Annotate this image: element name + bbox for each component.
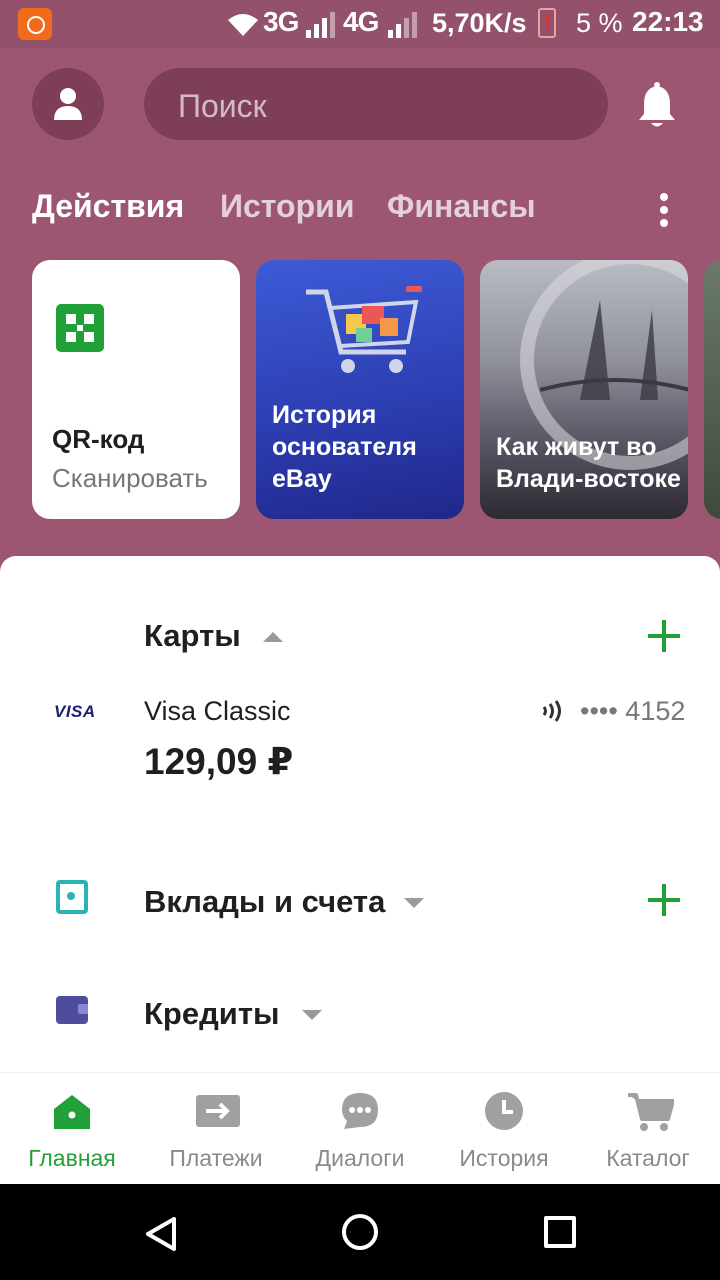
contactless-icon xyxy=(542,700,561,722)
card-name[interactable]: Visa Classic xyxy=(144,696,291,727)
shopping-cart-illustration xyxy=(306,286,422,373)
add-deposit-button[interactable] xyxy=(648,884,680,916)
home-icon xyxy=(54,1095,90,1129)
profile-icon xyxy=(54,88,82,120)
transfer-icon xyxy=(196,1095,240,1127)
qr-code-icon xyxy=(56,304,104,352)
back-icon[interactable] xyxy=(144,1216,178,1252)
nav-catalog[interactable]: Каталог xyxy=(576,1073,720,1185)
search-input[interactable]: Поиск xyxy=(144,68,608,140)
nav-home-label: Главная xyxy=(28,1145,116,1171)
nav-payments[interactable]: Платежи xyxy=(144,1073,288,1185)
add-card-button[interactable] xyxy=(648,620,680,652)
bridge-illustration xyxy=(540,300,688,400)
story-card-peek[interactable] xyxy=(704,260,720,519)
bottom-navigation: Главная Платежи Диалоги История Каталог xyxy=(0,1072,720,1184)
story-card-ebay[interactable]: История основателя eBay xyxy=(256,260,464,519)
clock: 22:13 xyxy=(632,6,704,37)
search-placeholder: Поиск xyxy=(178,88,267,124)
nav-catalog-label: Каталог xyxy=(606,1145,690,1171)
wifi-icon xyxy=(228,14,258,36)
network-speed: 5,70K/s xyxy=(432,8,527,38)
story-card-text: Как живут во Влади-востоке xyxy=(496,433,681,493)
expand-caret-icon[interactable] xyxy=(302,1010,322,1020)
nav-dialogs-label: Диалоги xyxy=(315,1145,405,1171)
bell-icon[interactable] xyxy=(636,82,678,130)
expand-caret-icon[interactable] xyxy=(404,898,424,908)
nav-history[interactable]: История xyxy=(432,1073,576,1185)
deposits-section-title[interactable]: Вклады и счета xyxy=(144,884,385,920)
qr-card-title: QR-код xyxy=(52,424,145,454)
tab-finance[interactable]: Финансы xyxy=(387,188,536,225)
clock-icon xyxy=(485,1092,523,1130)
qr-card[interactable]: QR-код Сканировать xyxy=(32,260,240,519)
signal-icon-1 xyxy=(306,12,335,38)
battery-percent: 5 % xyxy=(576,8,623,38)
safe-icon xyxy=(56,880,88,914)
status-bar: 3G 4G 5,70K/s 5 % 22:13 xyxy=(0,0,720,48)
nav-home[interactable]: Главная xyxy=(0,1073,144,1185)
card-balance[interactable]: 129,09 ₽ xyxy=(144,740,293,783)
cart-icon xyxy=(628,1093,674,1131)
home-button-icon[interactable] xyxy=(342,1214,378,1250)
cards-section-title[interactable]: Карты xyxy=(144,618,241,654)
network-type-1: 3G xyxy=(263,6,299,37)
card-number-mask: •••• 4152 xyxy=(580,696,686,726)
chat-icon xyxy=(342,1093,378,1129)
network-type-2: 4G xyxy=(343,6,379,37)
credits-section-title[interactable]: Кредиты xyxy=(144,996,280,1032)
signal-icon-2 xyxy=(388,12,417,38)
nav-history-label: История xyxy=(459,1145,549,1171)
story-card-vladivostok[interactable]: Как живут во Влади-востоке xyxy=(480,260,688,519)
recent-apps-icon[interactable] xyxy=(544,1216,576,1248)
system-navigation-bar xyxy=(0,1184,720,1280)
story-card-text: История основателя eBay xyxy=(272,401,417,493)
collapse-caret-icon[interactable] xyxy=(263,632,283,642)
more-options-icon[interactable] xyxy=(650,190,678,230)
wallet-icon xyxy=(56,996,88,1024)
app-notification-icon xyxy=(18,8,52,40)
qr-card-subtitle: Сканировать xyxy=(52,463,208,493)
nav-payments-label: Платежи xyxy=(169,1145,263,1171)
tab-actions[interactable]: Действия xyxy=(32,188,184,225)
nav-dialogs[interactable]: Диалоги xyxy=(288,1073,432,1185)
tab-stories[interactable]: Истории xyxy=(220,188,354,225)
battery-icon xyxy=(538,8,556,38)
accounts-sheet: Карты VISA Visa Classic 129,09 ₽ •••• 41… xyxy=(0,556,720,1072)
visa-logo-icon: VISA xyxy=(54,702,96,721)
profile-button[interactable] xyxy=(32,68,104,140)
